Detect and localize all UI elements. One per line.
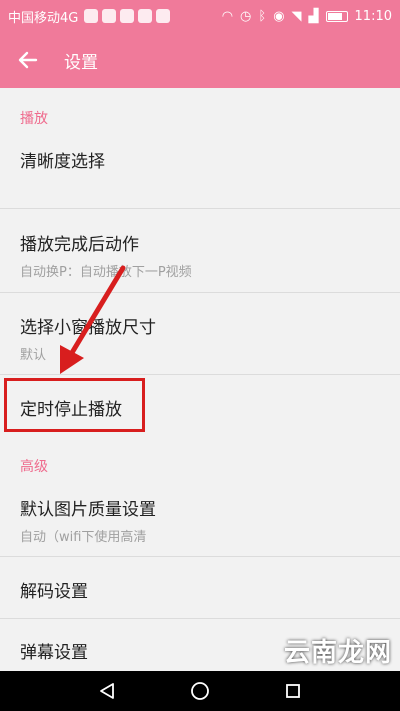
back-button[interactable] <box>0 32 56 88</box>
wifi-icon: ◥ <box>291 8 302 24</box>
setting-title: 选择小窗播放尺寸 <box>20 318 156 338</box>
status-bar: 中国移动4G ◠ ◷ ᛒ ◉ ◥ ▟ 11:10 <box>0 0 400 32</box>
app-toolbar: 设置 <box>0 32 400 88</box>
setting-title: 清晰度选择 <box>20 152 105 172</box>
arrow-left-icon <box>18 51 38 69</box>
nav-home-button[interactable] <box>180 671 220 711</box>
setting-title: 播放完成后动作 <box>20 235 139 255</box>
headphones-icon: ◠ <box>221 8 234 24</box>
nav-recents-button[interactable] <box>273 671 313 711</box>
section-header-advanced: 高级 <box>20 459 48 475</box>
notification-icon <box>120 9 135 23</box>
divider <box>0 292 400 293</box>
notification-icon <box>84 9 99 23</box>
home-circle-icon <box>191 682 209 700</box>
setting-subtitle: 默认 <box>20 348 47 363</box>
setting-after-play[interactable]: 播放完成后动作 自动换P：自动播放下一P视频 <box>0 230 400 290</box>
setting-mini-window[interactable]: 选择小窗播放尺寸 默认 <box>0 313 400 373</box>
notification-icon <box>156 9 171 23</box>
signal-icon: ▟ <box>308 8 319 24</box>
clock-time: 11:10 <box>354 8 392 24</box>
bluetooth-icon: ᛒ <box>258 8 267 24</box>
divider <box>0 208 400 209</box>
divider <box>0 556 400 557</box>
setting-decode[interactable]: 解码设置 <box>0 577 400 607</box>
setting-title: 解码设置 <box>20 582 88 602</box>
section-header-playback: 播放 <box>20 111 48 127</box>
notification-icon <box>102 9 117 23</box>
carrier-label: 中国移动4G <box>8 10 79 26</box>
nav-back-button[interactable] <box>87 671 127 711</box>
system-nav-bar <box>0 671 400 711</box>
divider <box>0 618 400 619</box>
eye-icon: ◉ <box>273 8 285 24</box>
battery-icon <box>325 10 348 22</box>
watermark: 云南龙网 <box>283 638 392 668</box>
setting-subtitle: 自动（wifi下使用高清 <box>20 530 147 545</box>
divider <box>0 374 400 375</box>
setting-image-quality[interactable]: 默认图片质量设置 自动（wifi下使用高清 <box>0 495 400 545</box>
highlight-box <box>4 378 145 432</box>
notification-icons <box>84 9 171 23</box>
clock-icon: ◷ <box>240 8 252 24</box>
setting-title: 默认图片质量设置 <box>20 500 156 520</box>
setting-subtitle: 自动换P：自动播放下一P视频 <box>20 265 192 280</box>
page-title: 设置 <box>64 52 98 73</box>
setting-resolution[interactable]: 清晰度选择 <box>0 147 400 207</box>
notification-icon <box>138 9 153 23</box>
recents-square-icon <box>286 684 301 698</box>
back-triangle-icon <box>99 683 114 699</box>
